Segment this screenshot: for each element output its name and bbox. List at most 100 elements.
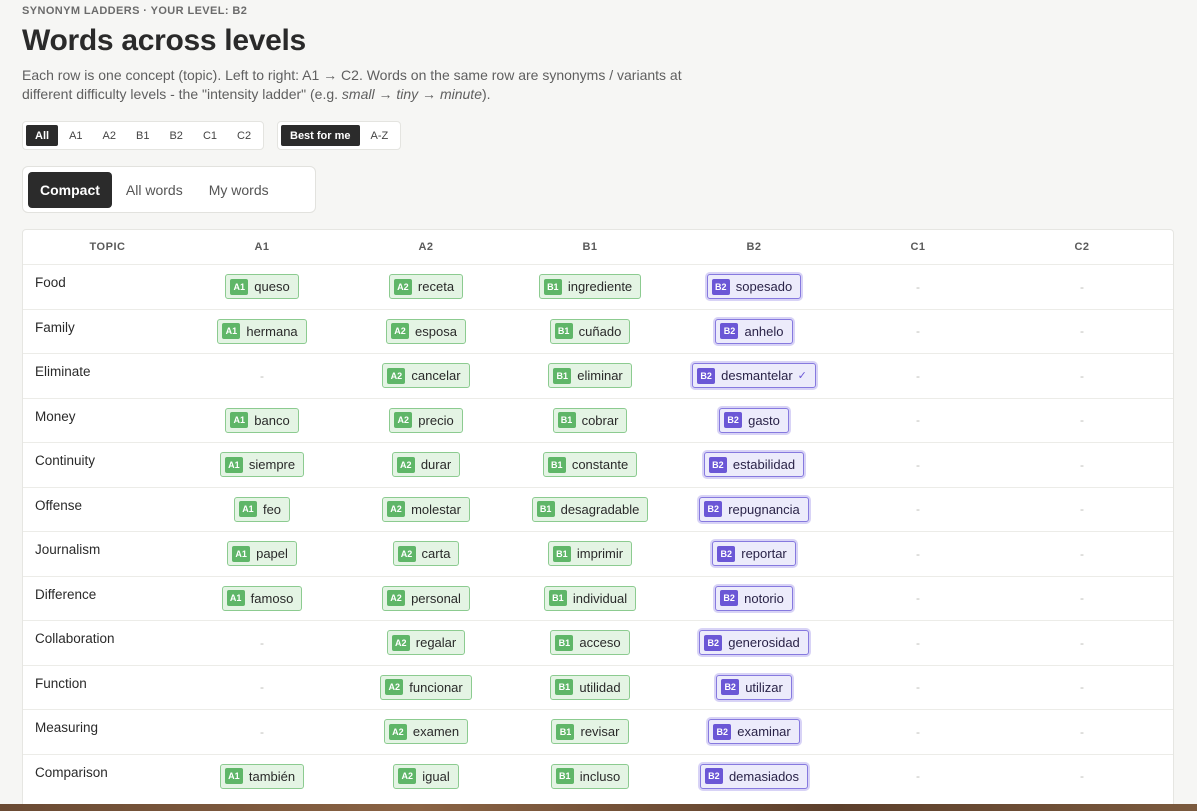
word-chip-b1[interactable]: B1 imprimir xyxy=(547,541,633,567)
word-label: también xyxy=(248,768,296,784)
word-chip-b1[interactable]: B1 incluso xyxy=(550,763,630,789)
level-filter-c1[interactable]: C1 xyxy=(194,125,226,146)
tab-compact[interactable]: Compact xyxy=(28,171,112,208)
word-chip-a2[interactable]: A2 examen xyxy=(383,719,469,745)
word-chip-a2[interactable]: A2 precio xyxy=(389,407,463,433)
level-filter-a2[interactable]: A2 xyxy=(94,125,125,146)
word-chip-b2[interactable]: B2 demasiados xyxy=(699,763,809,789)
word-chip-b1[interactable]: B1 cuñado xyxy=(549,318,631,344)
level-filter-all[interactable]: All xyxy=(26,125,59,146)
word-label: generosidad xyxy=(728,635,800,651)
level-badge: B2 xyxy=(713,723,732,740)
synonym-grid: TOPIC A1 A2 B1 B2 C1 C2 Food A1 queso A2 receta B1 in… xyxy=(22,229,1174,811)
level-filter-c2[interactable]: C2 xyxy=(228,125,260,146)
word-chip-b2[interactable]: B2 generosidad xyxy=(699,630,809,656)
table-row: Food A1 queso A2 receta B1 ingrediente B2 sopesa… xyxy=(23,264,1173,309)
empty-dash: - xyxy=(1080,591,1084,606)
level-filter-a1[interactable]: A1 xyxy=(60,125,91,146)
column-header-a2: A2 xyxy=(418,241,434,253)
empty-dash: - xyxy=(916,591,920,606)
word-chip-b2[interactable]: B2 anhelo xyxy=(715,318,793,344)
sort-best-for-me[interactable]: Best for me xyxy=(281,125,360,146)
topic-label: Food xyxy=(35,275,66,290)
level-badge: B1 xyxy=(547,456,566,473)
page: SYNONYM LADDERS · YOUR LEVEL: B2 Words a… xyxy=(0,0,1197,811)
word-chip-b1[interactable]: B1 cobrar xyxy=(552,407,628,433)
level-badge: A1 xyxy=(224,456,243,473)
level-badge: B2 xyxy=(720,323,739,340)
word-label: constante xyxy=(571,457,629,473)
word-label: carta xyxy=(421,546,451,562)
word-label: siempre xyxy=(248,457,296,473)
word-chip-a1[interactable]: A1 feo xyxy=(233,496,291,522)
cell-c1: - xyxy=(836,636,1000,650)
word-label: igual xyxy=(422,768,450,784)
level-badge: B2 xyxy=(708,456,727,473)
word-chip-b2[interactable]: B2 repugnancia xyxy=(699,496,809,522)
word-label: notorio xyxy=(744,590,784,606)
tab-my-words[interactable]: My words xyxy=(197,172,281,208)
word-chip-b2[interactable]: B2 desmantelar ✓ xyxy=(692,363,816,389)
word-chip-a1[interactable]: A1 papel xyxy=(227,541,297,567)
word-chip-b2[interactable]: B2 notorio xyxy=(715,585,793,611)
word-chip-a1[interactable]: A1 famoso xyxy=(221,585,303,611)
word-chip-a2[interactable]: A2 esposa xyxy=(386,318,466,344)
word-chip-a2[interactable]: A2 durar xyxy=(391,452,461,478)
word-chip-a2[interactable]: A2 carta xyxy=(392,541,460,567)
level-filter-b1[interactable]: B1 xyxy=(127,125,158,146)
word-chip-b1[interactable]: B1 revisar xyxy=(551,719,629,745)
cell-c2: - xyxy=(1000,547,1164,561)
cell-b2: B2 anhelo xyxy=(672,318,836,344)
tab-all-words[interactable]: All words xyxy=(114,172,195,208)
word-chip-b2[interactable]: B2 utilizar xyxy=(716,674,792,700)
word-chip-a2[interactable]: A2 igual xyxy=(393,763,459,789)
word-label: eliminar xyxy=(577,368,623,384)
word-chip-a1[interactable]: A1 hermana xyxy=(217,318,307,344)
cell-c1: - xyxy=(836,591,1000,605)
level-filter: All A1 A2 B1 B2 C1 C2 xyxy=(22,121,265,150)
word-chip-a2[interactable]: A2 cancelar xyxy=(382,363,470,389)
word-chip-a1[interactable]: A1 queso xyxy=(225,274,299,300)
word-chip-a1[interactable]: A1 siempre xyxy=(219,452,305,478)
word-chip-b2[interactable]: B2 examinar xyxy=(708,719,800,745)
word-chip-a2[interactable]: A2 molestar xyxy=(382,496,470,522)
word-chip-b2[interactable]: B2 gasto xyxy=(719,407,789,433)
cell-c2: - xyxy=(1000,413,1164,427)
level-badge: B1 xyxy=(553,367,572,384)
level-badge: A2 xyxy=(397,545,416,562)
word-chip-a1[interactable]: A1 banco xyxy=(225,407,299,433)
word-chip-b1[interactable]: B1 individual xyxy=(543,585,637,611)
word-label: funcionar xyxy=(409,679,463,695)
word-chip-b1[interactable]: B1 utilidad xyxy=(550,674,630,700)
sort-a-z[interactable]: A-Z xyxy=(362,125,398,146)
level-badge: B2 xyxy=(704,634,723,651)
word-chip-a2[interactable]: A2 personal xyxy=(382,585,470,611)
word-chip-a2[interactable]: A2 receta xyxy=(388,274,464,300)
level-filter-b2[interactable]: B2 xyxy=(160,125,191,146)
word-chip-b1[interactable]: B1 eliminar xyxy=(548,363,632,389)
level-badge: B2 xyxy=(704,768,723,785)
word-label: ingrediente xyxy=(567,279,633,295)
level-badge: A2 xyxy=(398,768,417,785)
empty-dash: - xyxy=(916,502,920,517)
word-chip-b1[interactable]: B1 constante xyxy=(542,452,638,478)
word-chip-b1[interactable]: B1 acceso xyxy=(550,630,630,656)
cell-a1: A1 siempre xyxy=(180,452,344,478)
empty-dash: - xyxy=(916,457,920,472)
arrow-1: → xyxy=(374,86,397,102)
cell-a1: A1 feo xyxy=(180,496,344,522)
word-chip-a1[interactable]: A1 también xyxy=(219,763,305,789)
word-chip-a2[interactable]: A2 funcionar xyxy=(380,674,472,700)
word-chip-b2[interactable]: B2 estabilidad xyxy=(703,452,805,478)
word-label: famoso xyxy=(250,590,294,606)
topic-label: Measuring xyxy=(35,720,99,735)
word-label: revisar xyxy=(580,724,620,740)
word-chip-a2[interactable]: A2 regalar xyxy=(386,630,466,656)
word-chip-b2[interactable]: B2 sopesado xyxy=(706,274,802,300)
empty-dash: - xyxy=(916,368,920,383)
word-chip-b1[interactable]: B1 ingrediente xyxy=(538,274,642,300)
cell-a1: A1 papel xyxy=(180,541,344,567)
word-chip-b1[interactable]: B1 desagradable xyxy=(531,496,649,522)
word-chip-b2[interactable]: B2 reportar xyxy=(712,541,796,567)
cell-c2: - xyxy=(1000,591,1164,605)
